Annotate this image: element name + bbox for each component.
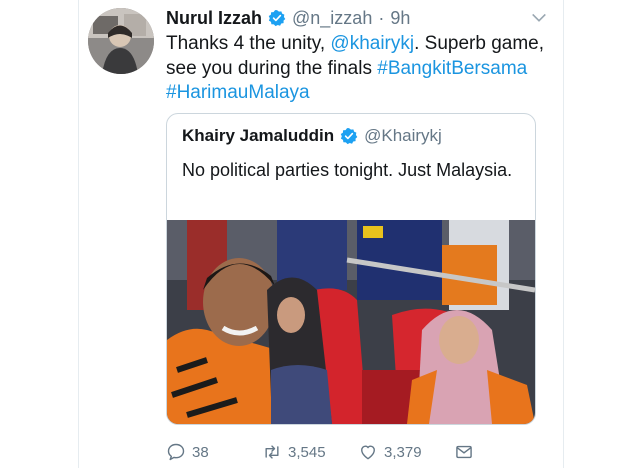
heart-icon bbox=[361, 445, 375, 460]
retweet-icon bbox=[265, 445, 279, 459]
time-separator: · bbox=[378, 7, 385, 28]
tweet-frame: Nurul Izzah @n_izzah · 9h Thanks 4 the u… bbox=[0, 0, 624, 468]
tweet-text: Thanks 4 the unity, @khairykj. Superb ga… bbox=[166, 32, 546, 106]
retweet-count: 3,545 bbox=[288, 443, 326, 461]
hashtag-link[interactable]: #HarimauMalaya bbox=[166, 82, 310, 103]
verified-badge-icon bbox=[340, 128, 358, 145]
author-handle[interactable]: @n_izzah bbox=[292, 8, 372, 29]
avatar[interactable] bbox=[88, 8, 154, 74]
chevron-down-icon[interactable] bbox=[530, 9, 548, 27]
quoted-tweet-photo[interactable] bbox=[167, 220, 535, 424]
reply-button[interactable]: 38 bbox=[166, 442, 262, 462]
like-button[interactable]: 3,379 bbox=[358, 442, 454, 462]
tweet-header: Nurul Izzah @n_izzah · 9h bbox=[166, 6, 410, 30]
like-count: 3,379 bbox=[384, 443, 422, 461]
quoted-tweet-card[interactable]: Khairy Jamaluddin @Khairykj No political… bbox=[166, 113, 536, 425]
verified-badge-icon bbox=[268, 10, 286, 27]
envelope-icon bbox=[456, 445, 472, 459]
stadium-selfie-image bbox=[167, 220, 535, 424]
quoted-tweet-header: Khairy Jamaluddin @Khairykj bbox=[182, 126, 442, 146]
reply-icon bbox=[167, 443, 185, 461]
retweet-button[interactable]: 3,545 bbox=[262, 442, 358, 462]
tweet-timestamp[interactable]: 9h bbox=[390, 8, 410, 29]
mention-link[interactable]: @khairykj bbox=[330, 33, 414, 54]
quoted-author-handle: @Khairykj bbox=[364, 126, 442, 145]
author-name[interactable]: Nurul Izzah bbox=[166, 8, 262, 29]
quoted-tweet-text: No political parties tonight. Just Malay… bbox=[182, 160, 513, 180]
quoted-author-name: Khairy Jamaluddin bbox=[182, 126, 335, 145]
direct-message-button[interactable] bbox=[454, 442, 474, 462]
reply-count: 38 bbox=[192, 443, 209, 461]
hashtag-link[interactable]: #BangkitBersama bbox=[377, 58, 527, 79]
tweet-text-part: Thanks 4 the unity, bbox=[166, 33, 331, 54]
tweet-actions: 38 3,545 3,379 bbox=[166, 440, 474, 464]
avatar-image bbox=[88, 8, 154, 74]
